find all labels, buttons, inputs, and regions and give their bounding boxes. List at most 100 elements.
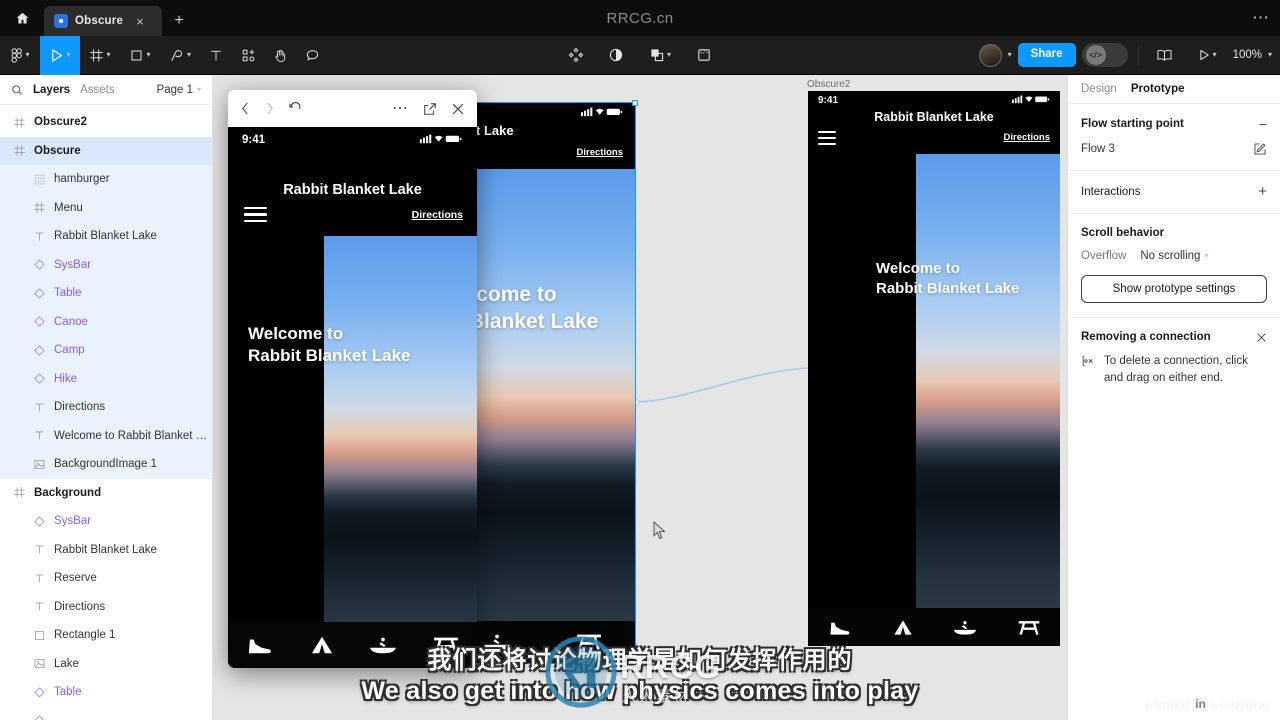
- directions-link[interactable]: Directions: [1004, 132, 1050, 143]
- zoom-level[interactable]: 100%: [1233, 49, 1262, 61]
- layer-name: BackgroundImage 1: [54, 458, 157, 471]
- hamburger-icon[interactable]: [244, 207, 267, 226]
- overflow-select[interactable]: No scrolling ▾: [1140, 250, 1208, 262]
- toolbar-right-group: ▾ Share </> ▾ 100% ▾: [978, 36, 1272, 75]
- chevron-down-icon[interactable]: ▾: [1268, 51, 1272, 59]
- layer-row[interactable]: hamburger: [0, 165, 212, 194]
- frame-icon: [10, 145, 28, 156]
- canvas-frame-obscure2[interactable]: 9:41 Rabbit Blanket Lake Directions Welc…: [808, 91, 1060, 646]
- layer-row[interactable]: Reserve: [0, 564, 212, 593]
- layer-name: Reserve: [54, 572, 97, 585]
- show-prototype-settings-button[interactable]: Show prototype settings: [1081, 275, 1267, 303]
- document-tab[interactable]: Obscure ×: [44, 6, 162, 36]
- canoe-icon[interactable]: [952, 618, 978, 637]
- edit-pencil-icon[interactable]: [1253, 142, 1267, 156]
- layer-row[interactable]: Directions: [0, 593, 212, 622]
- canvas[interactable]: 9:41 Rabbit Blanket Lake Directions: [213, 75, 1067, 720]
- interactions-section: Interactions +: [1068, 171, 1280, 214]
- search-icon[interactable]: [11, 84, 23, 96]
- ellipsis-icon[interactable]: ⋯: [392, 100, 409, 116]
- close-x-icon[interactable]: [451, 102, 465, 116]
- dev-mode-toggle[interactable]: </>: [1081, 43, 1128, 67]
- hamburger-icon[interactable]: [818, 131, 836, 149]
- close-x-icon[interactable]: [1256, 332, 1267, 343]
- avatar[interactable]: [978, 43, 1002, 67]
- layer-row[interactable]: Rabbit Blanket Lake: [0, 222, 212, 251]
- open-external-icon[interactable]: [423, 102, 437, 116]
- layer-row[interactable]: SysBar: [0, 250, 212, 279]
- close-icon[interactable]: ×: [136, 14, 144, 29]
- directions-link[interactable]: Directions: [577, 147, 623, 158]
- minus-icon[interactable]: −: [1259, 117, 1267, 131]
- page-selector[interactable]: Page 1 ▾: [157, 84, 201, 96]
- four-diamonds-icon: [568, 47, 584, 63]
- layer-row[interactable]: Canoe: [0, 307, 212, 336]
- scroll-section-title: Scroll behavior: [1081, 227, 1165, 239]
- preview-screen[interactable]: 9:41 Rabbit Blanket Lake Directions Welc…: [228, 127, 477, 668]
- frame-bottom-nav[interactable]: [808, 608, 1060, 646]
- restart-arrow-icon[interactable]: [288, 101, 302, 116]
- picnic-table-icon[interactable]: [1017, 618, 1041, 637]
- layer-row[interactable]: Camp: [0, 336, 212, 365]
- library-button[interactable]: [1149, 36, 1181, 75]
- prototype-preview-window[interactable]: ⋯ 9:41 Rabbit Blanket Lake Directions We…: [228, 90, 477, 668]
- layer-row[interactable]: Rabbit Blanket Lake: [0, 536, 212, 565]
- plus-icon[interactable]: +: [1258, 184, 1267, 199]
- tab-design[interactable]: Design: [1081, 83, 1117, 95]
- boolean-button[interactable]: ▾: [640, 36, 680, 75]
- layer-row[interactable]: Lake: [0, 650, 212, 679]
- flow-row[interactable]: Flow 3: [1081, 142, 1267, 156]
- dev-frame-button[interactable]: </>: [688, 36, 720, 75]
- layer-name: Menu: [54, 201, 83, 214]
- tab-layers[interactable]: Layers: [33, 84, 70, 96]
- canoe-icon[interactable]: [482, 631, 512, 653]
- preview-bottom-nav[interactable]: [228, 622, 477, 668]
- layer-row[interactable]: Obscure2: [0, 108, 212, 137]
- chevron-left-icon[interactable]: [240, 102, 251, 115]
- layer-row[interactable]: BackgroundImage 1: [0, 450, 212, 479]
- component-icon: [30, 687, 48, 698]
- chevron-down-icon[interactable]: ▾: [1213, 51, 1217, 59]
- tent-icon[interactable]: [892, 618, 914, 637]
- hiking-boot-icon[interactable]: [245, 634, 275, 656]
- chevron-right-icon[interactable]: [264, 102, 275, 115]
- directions-link[interactable]: Directions: [412, 209, 463, 221]
- layer-row[interactable]: Obscure: [0, 136, 212, 165]
- layer-list[interactable]: Obscure2 Obscure hamburger Menu Rabbit Blank…: [0, 105, 212, 720]
- tab-assets[interactable]: Assets: [80, 84, 115, 96]
- picnic-table-icon[interactable]: [432, 634, 460, 656]
- new-tab-button[interactable]: +: [162, 6, 196, 36]
- mouse-cursor: [653, 521, 666, 540]
- layer-name: Directions: [54, 401, 106, 414]
- layer-row[interactable]: Rectangle 1: [0, 621, 212, 650]
- layer-name: Rabbit Blanket Lake: [54, 543, 157, 556]
- chevron-down-icon[interactable]: ▾: [1008, 51, 1012, 59]
- layer-row[interactable]: Background: [0, 479, 212, 508]
- status-bar: 9:41: [808, 91, 1060, 110]
- window-more-icon[interactable]: ⋯: [1252, 8, 1270, 28]
- layer-row[interactable]: Hike: [0, 364, 212, 393]
- layer-name: Obscure2: [34, 116, 88, 129]
- layer-row[interactable]: Welcome to Rabbit Blanket La...: [0, 421, 212, 450]
- layer-row[interactable]: [0, 707, 212, 720]
- canoe-icon[interactable]: [368, 634, 398, 656]
- flow-section-header: Flow starting point −: [1081, 117, 1267, 131]
- chevron-down-icon[interactable]: ▾: [667, 51, 671, 59]
- svg-text:</>: </>: [700, 50, 709, 56]
- selection-handle-tr[interactable]: [632, 100, 638, 106]
- mask-button[interactable]: [600, 36, 632, 75]
- layer-row[interactable]: Directions: [0, 393, 212, 422]
- overflow-value: No scrolling: [1140, 250, 1201, 262]
- tab-prototype[interactable]: Prototype: [1131, 83, 1185, 95]
- tent-icon[interactable]: [309, 634, 335, 656]
- present-button[interactable]: ▾: [1187, 36, 1227, 75]
- components-button[interactable]: [560, 36, 592, 75]
- share-button[interactable]: Share: [1017, 43, 1076, 67]
- home-button[interactable]: [0, 0, 44, 36]
- layer-row[interactable]: Menu: [0, 193, 212, 222]
- hiking-boot-icon[interactable]: [827, 618, 853, 637]
- layer-row[interactable]: Table: [0, 279, 212, 308]
- frame-label-obscure2[interactable]: Obscure2: [807, 79, 850, 90]
- layer-row[interactable]: Table: [0, 678, 212, 707]
- layer-row[interactable]: SysBar: [0, 507, 212, 536]
